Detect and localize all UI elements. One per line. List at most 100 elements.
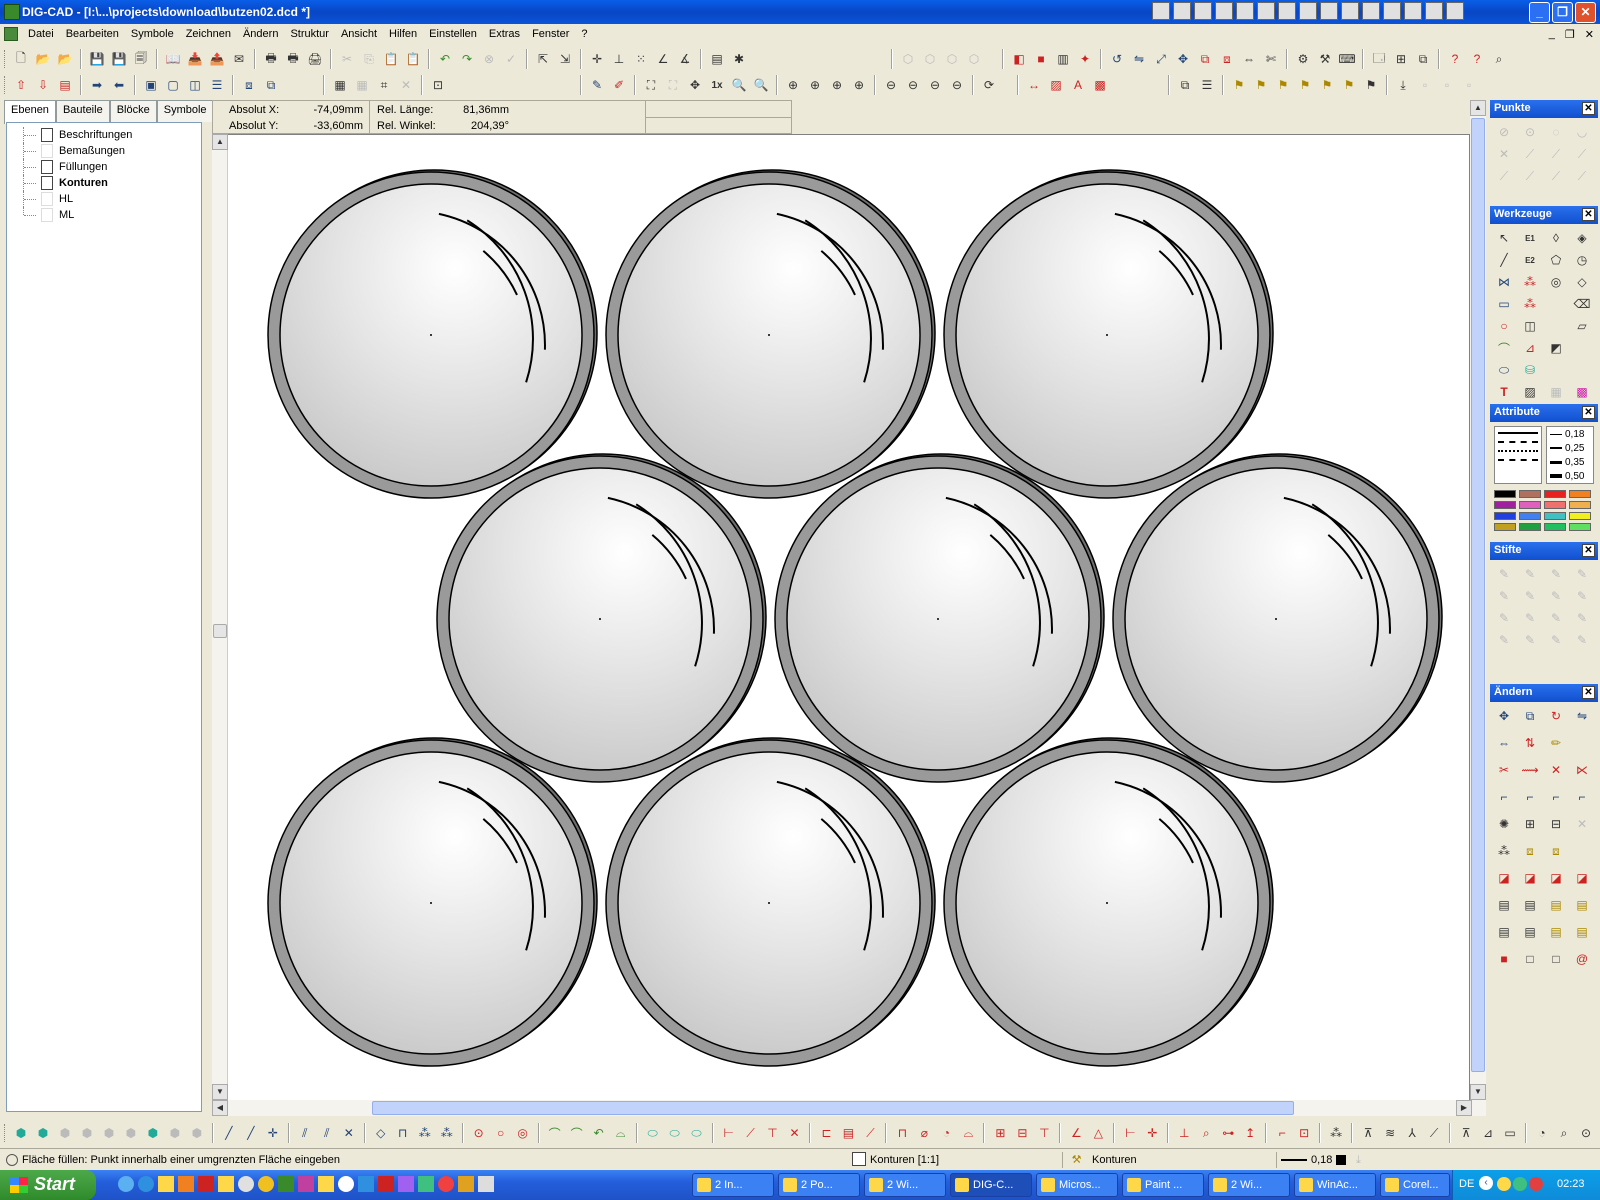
align-icon[interactable]: ☰ — [207, 75, 227, 95]
quick-icon[interactable] — [1341, 2, 1359, 20]
symbol-5-icon[interactable]: ⟋ — [1424, 1123, 1444, 1143]
menu-fenster[interactable]: Fenster — [526, 28, 575, 40]
dim-7-icon[interactable]: ⟋ — [860, 1123, 880, 1143]
offset-icon[interactable]: ⊟ — [1546, 814, 1566, 834]
scroll-up-icon[interactable]: ▲ — [212, 134, 228, 150]
layer-down-icon[interactable]: ⇩ — [33, 75, 53, 95]
quicklaunch-icon[interactable] — [478, 1176, 494, 1192]
quicklaunch-icon[interactable] — [198, 1176, 214, 1192]
join-icon[interactable]: ⊞ — [1520, 814, 1540, 834]
zoom-7-icon[interactable]: ⊖ — [925, 75, 945, 95]
start-button[interactable]: Start — [0, 1170, 96, 1200]
select-arrow-icon[interactable]: ↖ — [1494, 228, 1514, 248]
solid-8-icon[interactable]: ⬢ — [165, 1123, 185, 1143]
scale-icon[interactable]: ⤢ — [1151, 49, 1171, 69]
hatch-tool-icon[interactable]: ▨ — [1520, 382, 1540, 402]
tool-faint-icon[interactable]: ⬡ — [920, 49, 940, 69]
leader-2-icon[interactable]: ⌕ — [1196, 1123, 1216, 1143]
tab-symbole[interactable]: Symbole — [156, 100, 214, 122]
close-icon[interactable]: ✕ — [1582, 406, 1595, 419]
clock-icon[interactable]: ◷ — [1572, 250, 1592, 270]
measure-icon[interactable]: ◩ — [1546, 338, 1566, 358]
quicklaunch-icon[interactable] — [318, 1176, 334, 1192]
order-front-icon[interactable]: ⧈ — [239, 75, 259, 95]
bucket-icon[interactable]: ◇ — [1572, 272, 1592, 292]
close-button[interactable]: ✕ — [1575, 2, 1596, 23]
point-perp-icon[interactable]: ⟋ — [1572, 144, 1592, 164]
rectangle-icon[interactable]: ▭ — [1494, 294, 1514, 314]
ball-center-point[interactable] — [1106, 902, 1108, 904]
save-icon[interactable]: 💾 — [87, 49, 107, 69]
circle-3-icon[interactable]: ◎ — [513, 1123, 533, 1143]
node-2-icon[interactable]: ⁂ — [1520, 294, 1540, 314]
zoom-1x-button[interactable]: 1x — [707, 75, 727, 95]
pen-7-icon[interactable]: ✎ — [1546, 586, 1566, 606]
dim-9-icon[interactable]: ⊞ — [990, 1123, 1010, 1143]
chevron-left-icon[interactable]: ‹ — [1479, 1176, 1493, 1190]
line-2-icon[interactable]: ╱ — [241, 1123, 261, 1143]
scroll-right-icon[interactable]: ▶ — [1456, 1100, 1472, 1116]
print-preview-icon[interactable]: 🖶 — [283, 49, 303, 69]
open-recent-icon[interactable]: 📂 — [55, 49, 75, 69]
dimension-icon[interactable]: ⊿ — [1520, 338, 1540, 358]
quicklaunch-icon[interactable] — [278, 1176, 294, 1192]
parallel-icon[interactable]: ⫽ — [295, 1123, 315, 1143]
ungroup-icon[interactable]: ▢ — [163, 75, 183, 95]
tools-icon[interactable]: ⚒ — [1315, 49, 1335, 69]
tile-icon[interactable]: ⊞ — [1391, 49, 1411, 69]
fill-style-icon[interactable]: ▩ — [1090, 75, 1110, 95]
symbol-2-icon[interactable]: ⊼ — [1358, 1123, 1378, 1143]
pen-1-icon[interactable]: ✎ — [1494, 564, 1514, 584]
copy-tool-icon[interactable]: ⧉ — [1520, 706, 1540, 726]
dim-8-icon[interactable]: ⊓ — [892, 1123, 912, 1143]
zoom-5-icon[interactable]: ⊖ — [881, 75, 901, 95]
tab-ebenen[interactable]: Ebenen — [4, 100, 56, 124]
line-tool-icon[interactable]: ╱ — [1494, 250, 1514, 270]
redo-icon[interactable]: ↷ — [457, 49, 477, 69]
color-swatch[interactable] — [1544, 523, 1566, 531]
task-button[interactable]: 2 Wi... — [864, 1173, 946, 1197]
task-button[interactable]: Paint ... — [1122, 1173, 1204, 1197]
vertical-scrollbar[interactable]: ▲ ▼ — [1470, 100, 1486, 1100]
close-icon[interactable]: ✕ — [1582, 102, 1595, 115]
image-faint-icon[interactable]: ▦ — [352, 75, 372, 95]
quicklaunch-icon[interactable] — [338, 1176, 354, 1192]
copy-icon[interactable]: ⎘ — [359, 49, 379, 69]
layer-item[interactable]: Bemaßungen — [11, 143, 201, 159]
order-4-icon[interactable]: ◪ — [1572, 868, 1592, 888]
order-back-icon[interactable]: ⧉ — [261, 75, 281, 95]
macro-4-icon[interactable]: ⚑ — [1295, 75, 1315, 95]
left-scrollbar[interactable]: ▲ ▼ — [212, 134, 228, 1100]
symbol-7-icon[interactable]: ⊿ — [1478, 1123, 1498, 1143]
ball-center-point[interactable] — [1275, 618, 1277, 620]
edit-1-icon[interactable]: E1 — [1520, 228, 1540, 248]
faint-edit-icon[interactable]: ✕ — [1572, 814, 1592, 834]
language-indicator[interactable]: DE — [1459, 1178, 1474, 1190]
document-icon[interactable] — [4, 27, 18, 41]
cascade-icon[interactable]: ⧉ — [1413, 49, 1433, 69]
line-1-icon[interactable]: ╱ — [219, 1123, 239, 1143]
cancel-icon[interactable]: ⊗ — [479, 49, 499, 69]
trim-tool-icon[interactable]: ✂ — [1494, 760, 1514, 780]
tab-bauteile[interactable]: Bauteile — [55, 100, 110, 122]
mirror-tool-icon[interactable]: ⇋ — [1572, 706, 1592, 726]
menu-extras[interactable]: Extras — [483, 28, 526, 40]
quick-icon[interactable] — [1257, 2, 1275, 20]
ellipse-1-icon[interactable]: ⬭ — [643, 1123, 663, 1143]
object-props-icon[interactable]: ⧉ — [1175, 75, 1195, 95]
ball-center-point[interactable] — [430, 902, 432, 904]
quick-icon[interactable] — [1362, 2, 1380, 20]
point-circle-icon[interactable]: ◌ — [1546, 122, 1566, 142]
macro-2-icon[interactable]: ⚑ — [1251, 75, 1271, 95]
shape-1-icon[interactable]: ◇ — [371, 1123, 391, 1143]
open-file-icon[interactable]: 📂 — [33, 49, 53, 69]
mdi-minimize-button[interactable]: _ — [1549, 28, 1555, 41]
array-icon[interactable]: ⧈ — [1217, 49, 1237, 69]
symbol-10-icon[interactable]: ⌕ — [1554, 1123, 1574, 1143]
circle-1-icon[interactable]: ⊙ — [469, 1123, 489, 1143]
mdi-restore-button[interactable]: ❐ — [1565, 28, 1575, 41]
fillet-1-icon[interactable]: ⌐ — [1494, 787, 1514, 807]
linewidth-050[interactable]: 0,50 — [1565, 471, 1584, 482]
forward-icon[interactable]: ➡ — [87, 75, 107, 95]
menu-symbole[interactable]: Symbole — [125, 28, 180, 40]
